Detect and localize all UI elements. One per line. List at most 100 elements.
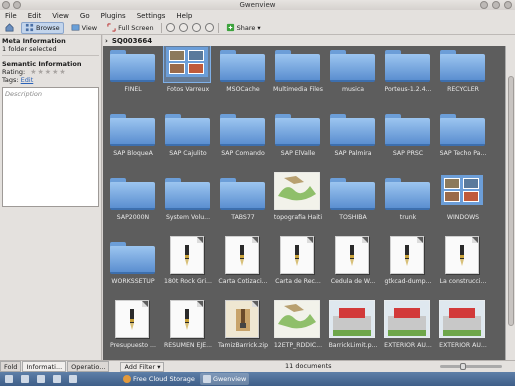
pin-icon[interactable] bbox=[13, 1, 21, 9]
vertical-scrollbar[interactable] bbox=[505, 46, 515, 360]
tab-information[interactable]: Informati... bbox=[22, 361, 67, 372]
thumbnail-item[interactable]: EXTERIOR AU... bbox=[435, 298, 487, 350]
thumbnail-item[interactable]: BarrickLimit.p... bbox=[325, 298, 377, 350]
close-icon[interactable] bbox=[504, 1, 512, 9]
taskbar-launcher[interactable] bbox=[66, 373, 80, 385]
thumbnail-item[interactable]: musica bbox=[325, 46, 377, 94]
view-button[interactable]: View bbox=[68, 22, 100, 34]
thumbnail-item[interactable]: SAP Cajulito bbox=[160, 106, 212, 158]
thumbnail-item[interactable]: Cedula de W... bbox=[325, 234, 377, 286]
thumbnail-frame bbox=[219, 298, 265, 338]
tags-row: Tags: Edit bbox=[0, 76, 101, 84]
thumbnail-item[interactable]: Carta Cotizaci... bbox=[215, 234, 268, 286]
home-button[interactable] bbox=[2, 22, 17, 34]
start-menu-button[interactable] bbox=[2, 373, 16, 385]
semantic-info-heading[interactable]: Semantic Information bbox=[0, 58, 101, 68]
taskbar-launcher[interactable] bbox=[50, 373, 64, 385]
thumbnail-item[interactable]: SAP ElValle bbox=[270, 106, 322, 158]
star-icon[interactable]: ★ bbox=[30, 68, 36, 76]
menu-settings[interactable]: Settings bbox=[136, 12, 167, 20]
thumbnail-item[interactable]: Carta de Rec... bbox=[270, 234, 322, 286]
thumbnail-item[interactable]: SAP Palmira bbox=[325, 106, 377, 158]
star-icon[interactable]: ★ bbox=[45, 68, 51, 76]
thumbnail-item[interactable]: FINEL bbox=[105, 46, 157, 94]
menu-view[interactable]: View bbox=[51, 12, 70, 20]
thumbnail-frame bbox=[274, 298, 320, 338]
rotate-right-button[interactable] bbox=[204, 23, 214, 32]
zoom-slider-handle[interactable] bbox=[460, 363, 466, 370]
thumbnail-item[interactable]: trunk bbox=[380, 170, 432, 222]
thumbnail-item[interactable]: Fotos Varreux bbox=[160, 46, 212, 94]
thumbnail-item[interactable]: La construcci... bbox=[435, 234, 487, 286]
star-icon[interactable]: ★ bbox=[59, 68, 65, 76]
taskbar-task-gwenview[interactable]: Gwenview bbox=[199, 373, 250, 385]
thumbnail-item[interactable]: Presupuesto ... bbox=[105, 298, 157, 350]
thumbnail-item[interactable]: SAP Comando bbox=[215, 106, 267, 158]
thumbnail-item[interactable]: System Volu... bbox=[160, 170, 212, 222]
next-button[interactable] bbox=[178, 23, 188, 32]
thumbnail-frame bbox=[329, 234, 375, 274]
fullscreen-button[interactable]: Full Screen bbox=[104, 22, 157, 34]
thumbnail-item[interactable]: WORKSSETUP bbox=[105, 234, 157, 286]
thumbnail-item[interactable]: 180t Rock Gri... bbox=[160, 234, 212, 286]
taskbar-task-storage[interactable]: Free Cloud Storage bbox=[120, 373, 198, 385]
star-icon[interactable]: ★ bbox=[52, 68, 58, 76]
chevron-right-icon[interactable]: › bbox=[105, 37, 108, 45]
breadcrumb-folder[interactable]: SQ003664 bbox=[112, 37, 152, 45]
thumbnail-frame bbox=[219, 46, 265, 82]
thumbnail-frame bbox=[109, 46, 155, 82]
thumbnail-view[interactable]: FINEL Fotos Varreux MSOCache Multimedia Fil… bbox=[103, 46, 505, 360]
browse-button[interactable]: Browse bbox=[21, 21, 64, 34]
menu-go[interactable]: Go bbox=[79, 12, 91, 20]
thumbnail-item[interactable]: topografia Haiti bbox=[270, 170, 322, 222]
rotate-left-button[interactable] bbox=[191, 23, 201, 32]
window-title: Gwenview bbox=[239, 1, 276, 9]
thumbnail-caption: FINEL bbox=[124, 86, 142, 93]
window-menu-icon[interactable] bbox=[2, 1, 10, 9]
menu-help[interactable]: Help bbox=[175, 12, 193, 20]
previous-button[interactable] bbox=[165, 23, 175, 32]
maximize-icon[interactable] bbox=[492, 1, 500, 9]
thumbnail-item[interactable]: Multimedia Files bbox=[270, 46, 323, 94]
menu-edit[interactable]: Edit bbox=[27, 12, 43, 20]
thumbnail-item[interactable]: RECYCLER bbox=[435, 46, 487, 94]
add-filter-button[interactable]: Add Filter ▾ bbox=[120, 361, 165, 372]
cloud-icon bbox=[123, 375, 131, 383]
thumbnail-item[interactable]: gtkcad-dump... bbox=[380, 234, 432, 286]
thumbnail-item[interactable]: RESUMEN EJE... bbox=[160, 298, 212, 350]
star-icon[interactable]: ★ bbox=[38, 68, 44, 76]
thumbnail-item[interactable]: SAP BloqueA bbox=[105, 106, 157, 158]
thumbnail-item[interactable]: SAP Techo Pa... bbox=[435, 106, 487, 158]
share-button[interactable]: Share ▾ bbox=[223, 22, 264, 34]
minimize-icon[interactable] bbox=[480, 1, 488, 9]
thumbnail-frame bbox=[384, 46, 430, 82]
rating-stars[interactable]: ★ ★ ★ ★ ★ bbox=[30, 68, 65, 76]
thumbnail-item[interactable]: TamizBarrick.zip bbox=[215, 298, 268, 350]
tab-folders[interactable]: Fold bbox=[0, 361, 22, 372]
thumbnail-item[interactable]: Porteus-1.2.4... bbox=[380, 46, 432, 94]
thumbnail-frame bbox=[439, 298, 485, 338]
menu-file[interactable]: File bbox=[4, 12, 18, 20]
thumbnail-item[interactable]: SAP PRSC bbox=[380, 106, 432, 158]
thumbnail-item[interactable]: EXTERIOR AU... bbox=[380, 298, 432, 350]
thumbnail-item[interactable]: TABS77 bbox=[215, 170, 267, 222]
taskbar-launcher[interactable] bbox=[34, 373, 48, 385]
folder-icon bbox=[329, 178, 375, 210]
zoom-slider[interactable] bbox=[440, 363, 502, 370]
taskbar-launcher[interactable] bbox=[18, 373, 32, 385]
thumbnail-item[interactable]: WINDOWS bbox=[435, 170, 487, 222]
kde-icon bbox=[5, 375, 13, 383]
thumbnail-item[interactable]: 12ETP_RDDIC... bbox=[270, 298, 322, 350]
scrollbar-handle[interactable] bbox=[508, 76, 514, 326]
menu-plugins[interactable]: Plugins bbox=[100, 12, 127, 20]
tags-edit-link[interactable]: Edit bbox=[21, 76, 34, 84]
meta-info-summary: 1 folder selected bbox=[2, 45, 57, 53]
tab-operations[interactable]: Operatio... bbox=[67, 361, 110, 372]
thumbnail-caption: SAP ElValle bbox=[280, 150, 316, 157]
description-field[interactable]: Description bbox=[2, 87, 99, 207]
thumbnail-item[interactable]: SAP2000N bbox=[105, 170, 157, 222]
thumbnail-item[interactable]: MSOCache bbox=[215, 46, 267, 94]
thumbnail-item[interactable]: TOSHIBA bbox=[325, 170, 377, 222]
meta-info-heading[interactable]: Meta Information bbox=[0, 35, 101, 45]
thumbnail-caption: SAP Palmira bbox=[334, 150, 372, 157]
